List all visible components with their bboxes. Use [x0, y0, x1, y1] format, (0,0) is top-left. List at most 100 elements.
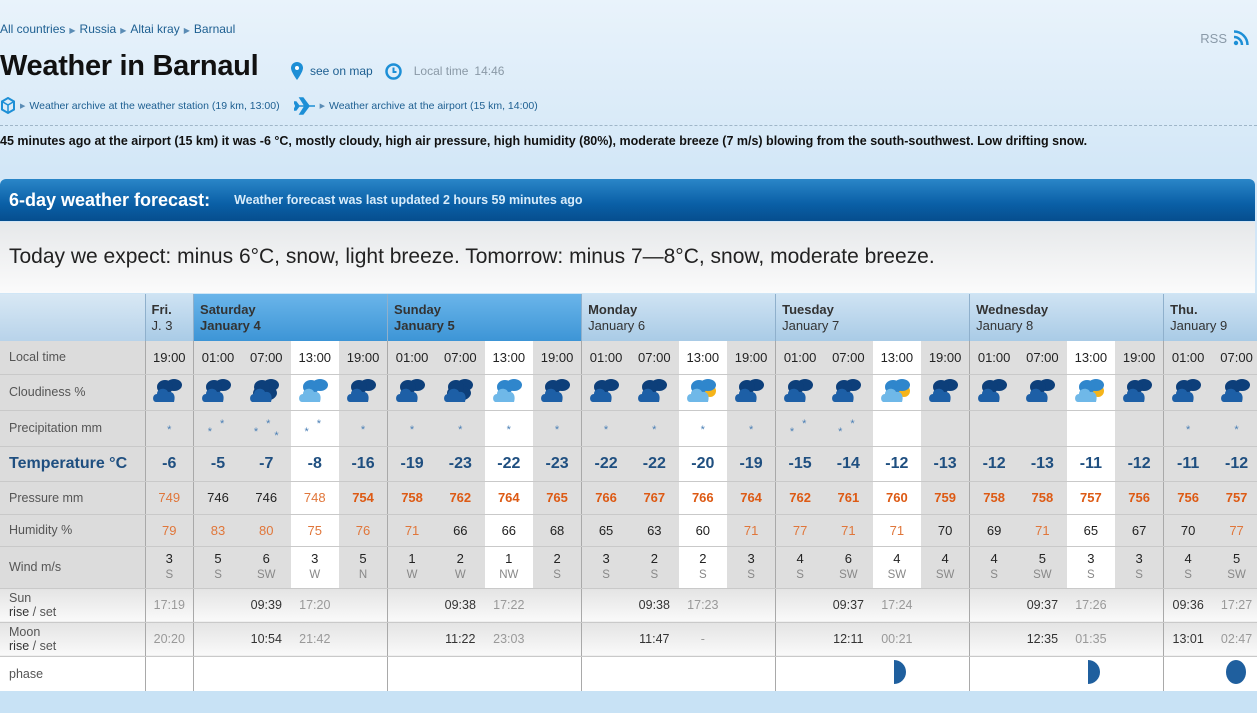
temperature-value: -11 [1079, 454, 1102, 472]
precipitation-cell [1066, 410, 1116, 447]
precipitation-cell: * [484, 410, 534, 447]
day-date: January 9 [1170, 317, 1228, 333]
wind-direction: SW [257, 569, 276, 581]
sun-cell [387, 588, 437, 623]
cloudiness-cell [1115, 374, 1164, 411]
moon-cell: 02:47 [1212, 622, 1257, 657]
temperature-cell: -23 [436, 446, 485, 482]
breadcrumb-barnaul[interactable]: Barnaul [194, 22, 235, 36]
sun-cell: 09:39 [242, 588, 291, 623]
snowflake-icon: * [802, 417, 807, 430]
row-label-wind: Wind m/s [0, 546, 146, 589]
sun-cell: 17:24 [872, 588, 922, 623]
temperature-cell: -12 [969, 446, 1019, 482]
precipitation-cell: * [678, 410, 728, 447]
sun-cell: 09:38 [630, 588, 679, 623]
time-value: 01:00 [589, 349, 623, 365]
time-value: 01:00 [395, 349, 429, 365]
rise-label: rise [9, 639, 30, 653]
sun-cell: 17:20 [290, 588, 340, 623]
breadcrumb-arrow-icon: ▶ [120, 26, 127, 35]
cloudy-night-icon [1123, 378, 1153, 402]
divider [0, 125, 1257, 126]
pressure-cell: 764 [484, 481, 534, 515]
phase-cell [1115, 656, 1164, 692]
local-time-cell: 19:00 [144, 341, 194, 375]
precipitation-cell: ** [775, 410, 825, 447]
see-on-map-link[interactable]: see on map [310, 64, 373, 78]
day-name: Sunday [394, 301, 442, 317]
set-label: set [39, 639, 57, 653]
breadcrumb-all-countries[interactable]: All countries [0, 22, 65, 36]
archive-airport-link[interactable]: Weather archive at the airport (15 km, 1… [329, 100, 538, 112]
humidity-value: 70 [937, 522, 953, 538]
snowflake-icon: * [838, 425, 843, 438]
cloudiness-cell [290, 374, 340, 411]
forecast-title: 6-day weather forecast: [9, 189, 211, 210]
temperature-value: -12 [1127, 454, 1151, 472]
wind-cell: 4 SW [872, 546, 922, 589]
humidity-cell: 65 [581, 514, 631, 547]
cloudy-night-icon [590, 378, 620, 402]
local-time-cell: 19:00 [533, 341, 582, 375]
wind-cell: 4S [1163, 546, 1213, 589]
time-value: 01:00 [783, 349, 817, 365]
humidity-cell: 71 [1018, 514, 1067, 547]
snowflake-icon: * [274, 429, 279, 442]
humidity-value: 77 [1229, 522, 1244, 538]
row-moon: Moon rise / set 20:20 10:54 21:42 11:22 23:03 1… [0, 622, 1257, 657]
row-label-temperature: Temperature °C [0, 446, 146, 482]
sun-cell [969, 588, 1019, 623]
pressure-cell: 764 [727, 481, 776, 515]
moon-time: 11:47 [639, 632, 670, 646]
precipitation-cell: * [533, 410, 582, 447]
breadcrumb-russia[interactable]: Russia [80, 22, 117, 36]
moon-cell: 11:22 [436, 622, 485, 657]
header-corner [0, 294, 146, 341]
precipitation-cell: * [1163, 410, 1213, 447]
phase-cell [630, 656, 679, 692]
wind-cell: 3S [727, 546, 776, 589]
snowflake-icon: * [789, 425, 795, 438]
wind-speed: 3 [602, 551, 610, 566]
wind-direction: W [406, 569, 418, 581]
humidity-value: 67 [1131, 522, 1147, 538]
cloudiness-cell [1212, 374, 1257, 411]
sun-time: 17:23 [687, 598, 719, 612]
cloudiness-cell [872, 374, 922, 411]
sun-time: 09:37 [832, 598, 864, 612]
day-name: Thu. [1170, 301, 1198, 317]
humidity-value: 71 [1035, 522, 1050, 538]
temperature-cell: -20 [678, 446, 728, 482]
snowflake-icon: * [409, 423, 415, 436]
temperature-cell: -13 [921, 446, 970, 482]
wind-cell: 1 NW [484, 546, 534, 589]
pressure-value: 758 [401, 490, 423, 505]
breadcrumb-altai-kray[interactable]: Altai kray [130, 22, 179, 36]
time-value: 13:00 [686, 349, 720, 365]
time-value: 19:00 [153, 349, 186, 365]
cloudiness-cell [144, 374, 194, 411]
snowflake-icon: * [603, 423, 609, 436]
pressure-value: 767 [643, 490, 666, 505]
moon-half-icon [1087, 660, 1100, 684]
moon-cell [969, 622, 1019, 657]
sun-time: 17:22 [493, 598, 525, 612]
archive-station-link[interactable]: Weather archive at the weather station (… [29, 100, 279, 112]
precipitation-cell: * [339, 410, 388, 447]
humidity-cell: 65 [1066, 514, 1116, 547]
temperature-cell: -12 [1115, 446, 1164, 482]
partly-sunny-icon [1074, 378, 1104, 402]
cloudy-night-icon [396, 378, 426, 402]
day-header: Saturday January 4 [193, 294, 388, 341]
partly-sunny-icon [686, 378, 716, 402]
temperature-value: -19 [739, 454, 763, 472]
temperature-value: -22 [642, 454, 666, 472]
cloudiness-cell [1066, 374, 1116, 411]
wind-cell: 2S [630, 546, 679, 589]
humidity-cell: 77 [1212, 514, 1257, 547]
humidity-value: 71 [889, 522, 905, 538]
rss-link[interactable]: RSS [1200, 30, 1249, 46]
overcast-day-icon [298, 378, 328, 402]
precipitation-cell: ** [193, 410, 243, 447]
